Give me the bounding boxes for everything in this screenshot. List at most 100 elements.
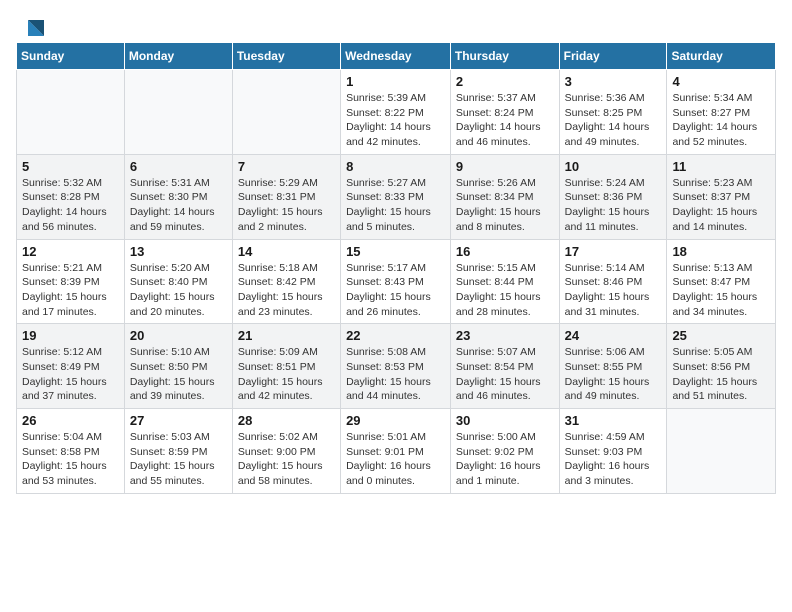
- calendar-cell: [124, 70, 232, 155]
- calendar-cell: 20 Sunrise: 5:10 AMSunset: 8:50 PMDayligh…: [124, 324, 232, 409]
- day-number: 21: [238, 328, 335, 343]
- day-number: 16: [456, 244, 554, 259]
- day-info: Sunrise: 5:06 AMSunset: 8:55 PMDaylight:…: [565, 345, 662, 404]
- day-info: Sunrise: 5:09 AMSunset: 8:51 PMDaylight:…: [238, 345, 335, 404]
- day-info: Sunrise: 5:18 AMSunset: 8:42 PMDaylight:…: [238, 261, 335, 320]
- calendar-cell: 14 Sunrise: 5:18 AMSunset: 8:42 PMDayligh…: [232, 239, 340, 324]
- day-number: 14: [238, 244, 335, 259]
- day-number: 15: [346, 244, 445, 259]
- day-number: 31: [565, 413, 662, 428]
- calendar-week-row: 1 Sunrise: 5:39 AMSunset: 8:22 PMDaylight…: [17, 70, 776, 155]
- day-info: Sunrise: 5:39 AMSunset: 8:22 PMDaylight:…: [346, 91, 445, 150]
- day-info: Sunrise: 5:03 AMSunset: 8:59 PMDaylight:…: [130, 430, 227, 489]
- day-number: 18: [672, 244, 770, 259]
- weekday-header-tuesday: Tuesday: [232, 43, 340, 70]
- calendar-cell: [667, 409, 776, 494]
- weekday-header-sunday: Sunday: [17, 43, 125, 70]
- day-number: 8: [346, 159, 445, 174]
- day-number: 9: [456, 159, 554, 174]
- day-info: Sunrise: 5:15 AMSunset: 8:44 PMDaylight:…: [456, 261, 554, 320]
- calendar-cell: 5 Sunrise: 5:32 AMSunset: 8:28 PMDaylight…: [17, 154, 125, 239]
- day-info: Sunrise: 5:26 AMSunset: 8:34 PMDaylight:…: [456, 176, 554, 235]
- calendar-cell: 6 Sunrise: 5:31 AMSunset: 8:30 PMDaylight…: [124, 154, 232, 239]
- header: [16, 16, 776, 38]
- day-info: Sunrise: 5:01 AMSunset: 9:01 PMDaylight:…: [346, 430, 445, 489]
- day-info: Sunrise: 5:17 AMSunset: 8:43 PMDaylight:…: [346, 261, 445, 320]
- weekday-header-friday: Friday: [559, 43, 667, 70]
- calendar-cell: 18 Sunrise: 5:13 AMSunset: 8:47 PMDayligh…: [667, 239, 776, 324]
- weekday-header-saturday: Saturday: [667, 43, 776, 70]
- calendar-cell: 4 Sunrise: 5:34 AMSunset: 8:27 PMDaylight…: [667, 70, 776, 155]
- calendar-week-row: 19Sunrise: 5:12 AMSunset: 8:49 PMDayligh…: [17, 324, 776, 409]
- day-info: Sunrise: 5:29 AMSunset: 8:31 PMDaylight:…: [238, 176, 335, 235]
- day-number: 27: [130, 413, 227, 428]
- day-number: 3: [565, 74, 662, 89]
- day-info: Sunrise: 5:20 AMSunset: 8:40 PMDaylight:…: [130, 261, 227, 320]
- day-info: Sunrise: 5:31 AMSunset: 8:30 PMDaylight:…: [130, 176, 227, 235]
- weekday-header-monday: Monday: [124, 43, 232, 70]
- calendar-cell: 22 Sunrise: 5:08 AMSunset: 8:53 PMDayligh…: [341, 324, 451, 409]
- day-number: 22: [346, 328, 445, 343]
- calendar-cell: 28Sunrise: 5:02 AMSunset: 9:00 PMDayligh…: [232, 409, 340, 494]
- day-info: Sunrise: 5:23 AMSunset: 8:37 PMDaylight:…: [672, 176, 770, 235]
- calendar-cell: 1 Sunrise: 5:39 AMSunset: 8:22 PMDaylight…: [341, 70, 451, 155]
- day-info: Sunrise: 5:04 AMSunset: 8:58 PMDaylight:…: [22, 430, 119, 489]
- day-number: 20: [130, 328, 227, 343]
- calendar-cell: [232, 70, 340, 155]
- day-number: 7: [238, 159, 335, 174]
- day-info: Sunrise: 5:36 AMSunset: 8:25 PMDaylight:…: [565, 91, 662, 150]
- calendar-cell: 17Sunrise: 5:14 AMSunset: 8:46 PMDayligh…: [559, 239, 667, 324]
- calendar-cell: 9 Sunrise: 5:26 AMSunset: 8:34 PMDaylight…: [450, 154, 559, 239]
- calendar-cell: 23Sunrise: 5:07 AMSunset: 8:54 PMDayligh…: [450, 324, 559, 409]
- day-number: 17: [565, 244, 662, 259]
- day-info: Sunrise: 5:34 AMSunset: 8:27 PMDaylight:…: [672, 91, 770, 150]
- calendar-cell: 30 Sunrise: 5:00 AMSunset: 9:02 PMDayligh…: [450, 409, 559, 494]
- day-info: Sunrise: 5:24 AMSunset: 8:36 PMDaylight:…: [565, 176, 662, 235]
- day-number: 30: [456, 413, 554, 428]
- day-info: Sunrise: 5:10 AMSunset: 8:50 PMDaylight:…: [130, 345, 227, 404]
- calendar-cell: 25Sunrise: 5:05 AMSunset: 8:56 PMDayligh…: [667, 324, 776, 409]
- day-number: 4: [672, 74, 770, 89]
- logo: [16, 16, 46, 38]
- day-info: Sunrise: 5:21 AMSunset: 8:39 PMDaylight:…: [22, 261, 119, 320]
- calendar-table: SundayMondayTuesdayWednesdayThursdayFrid…: [16, 42, 776, 494]
- day-info: Sunrise: 5:08 AMSunset: 8:53 PMDaylight:…: [346, 345, 445, 404]
- calendar-cell: 10 Sunrise: 5:24 AMSunset: 8:36 PMDayligh…: [559, 154, 667, 239]
- calendar-cell: 11 Sunrise: 5:23 AMSunset: 8:37 PMDayligh…: [667, 154, 776, 239]
- calendar-cell: 15 Sunrise: 5:17 AMSunset: 8:43 PMDayligh…: [341, 239, 451, 324]
- day-number: 1: [346, 74, 445, 89]
- day-number: 23: [456, 328, 554, 343]
- day-number: 29: [346, 413, 445, 428]
- calendar-cell: 13Sunrise: 5:20 AMSunset: 8:40 PMDayligh…: [124, 239, 232, 324]
- day-info: Sunrise: 5:05 AMSunset: 8:56 PMDaylight:…: [672, 345, 770, 404]
- day-number: 11: [672, 159, 770, 174]
- calendar-cell: 7 Sunrise: 5:29 AMSunset: 8:31 PMDaylight…: [232, 154, 340, 239]
- calendar-cell: 29 Sunrise: 5:01 AMSunset: 9:01 PMDayligh…: [341, 409, 451, 494]
- day-info: Sunrise: 5:13 AMSunset: 8:47 PMDaylight:…: [672, 261, 770, 320]
- calendar-cell: 27 Sunrise: 5:03 AMSunset: 8:59 PMDayligh…: [124, 409, 232, 494]
- calendar-cell: 19Sunrise: 5:12 AMSunset: 8:49 PMDayligh…: [17, 324, 125, 409]
- day-number: 5: [22, 159, 119, 174]
- day-number: 12: [22, 244, 119, 259]
- day-number: 19: [22, 328, 119, 343]
- calendar-cell: [17, 70, 125, 155]
- day-number: 28: [238, 413, 335, 428]
- day-number: 10: [565, 159, 662, 174]
- day-number: 2: [456, 74, 554, 89]
- day-number: 24: [565, 328, 662, 343]
- weekday-header-wednesday: Wednesday: [341, 43, 451, 70]
- calendar-cell: 21 Sunrise: 5:09 AMSunset: 8:51 PMDayligh…: [232, 324, 340, 409]
- calendar-cell: 26Sunrise: 5:04 AMSunset: 8:58 PMDayligh…: [17, 409, 125, 494]
- calendar-cell: 24 Sunrise: 5:06 AMSunset: 8:55 PMDayligh…: [559, 324, 667, 409]
- day-info: Sunrise: 4:59 AMSunset: 9:03 PMDaylight:…: [565, 430, 662, 489]
- day-info: Sunrise: 5:32 AMSunset: 8:28 PMDaylight:…: [22, 176, 119, 235]
- calendar-week-row: 26Sunrise: 5:04 AMSunset: 8:58 PMDayligh…: [17, 409, 776, 494]
- day-info: Sunrise: 5:00 AMSunset: 9:02 PMDaylight:…: [456, 430, 554, 489]
- calendar-cell: 8Sunrise: 5:27 AMSunset: 8:33 PMDaylight…: [341, 154, 451, 239]
- calendar-body: 1 Sunrise: 5:39 AMSunset: 8:22 PMDaylight…: [17, 70, 776, 494]
- calendar-cell: 12 Sunrise: 5:21 AMSunset: 8:39 PMDayligh…: [17, 239, 125, 324]
- calendar-header-row: SundayMondayTuesdayWednesdayThursdayFrid…: [17, 43, 776, 70]
- day-info: Sunrise: 5:37 AMSunset: 8:24 PMDaylight:…: [456, 91, 554, 150]
- day-number: 6: [130, 159, 227, 174]
- calendar-week-row: 5 Sunrise: 5:32 AMSunset: 8:28 PMDaylight…: [17, 154, 776, 239]
